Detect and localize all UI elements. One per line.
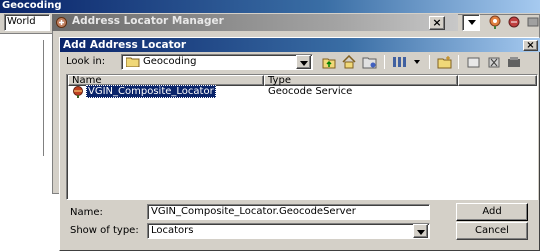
chevron-down-icon bbox=[468, 20, 476, 25]
geocode-service-icon bbox=[72, 86, 85, 98]
add-button[interactable]: Add bbox=[456, 203, 528, 221]
chevron-down-icon bbox=[414, 60, 420, 64]
column-header-filler bbox=[458, 75, 537, 86]
show-type-label: Show of type: bbox=[70, 225, 139, 236]
geocoding-toolbar-title: Geocoding bbox=[2, 0, 62, 11]
geocoding-combo-value: World bbox=[7, 16, 36, 27]
add-locator-title: Add Address Locator bbox=[63, 39, 187, 51]
toolbar-separator-3 bbox=[458, 55, 459, 69]
locator-manager-title: Address Locator Manager bbox=[72, 15, 224, 27]
chevron-down-icon bbox=[417, 230, 425, 235]
new-folder-icon[interactable] bbox=[437, 55, 453, 69]
show-type-dropdown-button[interactable] bbox=[413, 224, 428, 238]
toolbar-icon-review[interactable] bbox=[506, 15, 522, 29]
toolbar-icon-more[interactable] bbox=[526, 15, 540, 29]
locator-manager-close-button[interactable]: × bbox=[429, 16, 445, 30]
close-icon: × bbox=[526, 40, 535, 51]
up-one-level-icon[interactable] bbox=[321, 55, 337, 69]
folder-icon bbox=[125, 57, 140, 68]
locator-manager-titlebar[interactable]: Address Locator Manager bbox=[52, 14, 458, 31]
name-field[interactable]: VGIN_Composite_Locator.GeocodeServer bbox=[147, 204, 430, 220]
add-button-label: Add bbox=[482, 206, 502, 217]
show-type-value: Locators bbox=[151, 225, 194, 236]
view-dropdown-icon[interactable] bbox=[413, 55, 423, 69]
toolbar-separator-2 bbox=[429, 55, 430, 69]
geocoding-combo[interactable]: World bbox=[4, 14, 50, 31]
list-item[interactable]: VGIN_Composite_Locator Geocode Service bbox=[70, 85, 470, 98]
chevron-down-icon bbox=[300, 61, 308, 66]
name-field-value: VGIN_Composite_Locator.GeocodeServer bbox=[151, 206, 356, 217]
cancel-button-label: Cancel bbox=[475, 225, 509, 236]
look-in-combo[interactable]: Geocoding bbox=[121, 54, 313, 70]
add-locator-close-button[interactable]: × bbox=[523, 40, 538, 51]
list-view-icon[interactable] bbox=[392, 55, 408, 69]
catalog-icon[interactable] bbox=[506, 55, 522, 69]
look-in-value: Geocoding bbox=[143, 56, 197, 67]
look-in-dropdown-button[interactable] bbox=[296, 55, 311, 69]
toolbar-icon-geocode[interactable] bbox=[488, 15, 502, 29]
column-header-type[interactable]: Type bbox=[264, 75, 458, 86]
name-label: Name: bbox=[70, 207, 103, 218]
list-item-name: VGIN_Composite_Locator bbox=[86, 85, 216, 98]
list-item-type: Geocode Service bbox=[268, 86, 353, 97]
manager-left-edge bbox=[43, 40, 44, 156]
toolbar-separator bbox=[384, 55, 385, 69]
close-icon: × bbox=[432, 16, 442, 29]
locator-manager-icon bbox=[55, 16, 68, 29]
cancel-button[interactable]: Cancel bbox=[456, 222, 528, 240]
delete-icon[interactable] bbox=[486, 55, 502, 69]
add-locator-titlebar[interactable]: Add Address Locator bbox=[60, 38, 540, 52]
copy-icon[interactable] bbox=[466, 55, 482, 69]
connect-folder-icon[interactable] bbox=[362, 55, 378, 69]
geocoding-toolbar-titlebar[interactable]: Geocoding bbox=[0, 0, 540, 13]
home-icon[interactable] bbox=[341, 54, 357, 69]
column-header-type-label: Type bbox=[268, 75, 291, 86]
look-in-label: Look in: bbox=[66, 56, 106, 67]
toolbar-combo-right[interactable] bbox=[462, 14, 480, 31]
show-type-combo[interactable]: Locators bbox=[147, 223, 430, 239]
